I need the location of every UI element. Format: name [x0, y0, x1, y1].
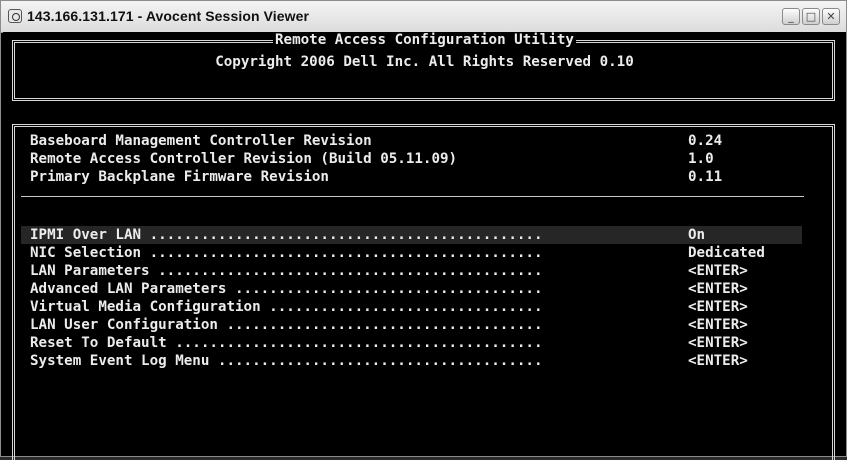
revision-value: 0.24 [688, 133, 723, 149]
menu-value-lan-user-configuration[interactable]: <ENTER> [688, 316, 748, 334]
minimize-icon: _ [788, 10, 794, 23]
minimize-button[interactable]: _ [782, 8, 800, 25]
menu-value-reset-to-default[interactable]: <ENTER> [688, 334, 748, 352]
menu-item-reset-to-default[interactable]: Reset To Default .......................… [30, 334, 543, 352]
menu-value-system-event-log-menu[interactable]: <ENTER> [688, 352, 748, 370]
menu-item-virtual-media-configuration[interactable]: Virtual Media Configuration ............… [30, 298, 543, 316]
menu-value-ipmi-over-lan[interactable]: On [688, 226, 705, 244]
window-title: 143.166.131.171 - Avocent Session Viewer [27, 8, 310, 24]
revision-label: Baseboard Management Controller Revision [30, 133, 372, 149]
header-box [12, 40, 835, 101]
menu-item-lan-user-configuration[interactable]: LAN User Configuration .................… [30, 316, 543, 334]
close-icon: ✕ [826, 10, 836, 23]
menu-item-lan-parameters[interactable]: LAN Parameters .........................… [30, 262, 543, 280]
session-viewer-window: 143.166.131.171 - Avocent Session Viewer… [0, 0, 847, 460]
menu-value-nic-selection[interactable]: Dedicated [688, 244, 765, 262]
utility-title-line: Remote Access Configuration Utility [3, 32, 846, 48]
menu-value-virtual-media-configuration[interactable]: <ENTER> [688, 298, 748, 316]
maximize-icon: □ [805, 10, 817, 23]
revision-label: Remote Access Controller Revision (Build… [30, 151, 458, 167]
close-button[interactable]: ✕ [822, 8, 840, 25]
console-screen[interactable]: Remote Access Configuration Utility Copy… [3, 32, 846, 460]
menu-item-nic-selection[interactable]: NIC Selection ..........................… [30, 244, 543, 262]
revision-value: 1.0 [688, 151, 714, 167]
section-divider [21, 196, 804, 197]
session-viewer-icon[interactable] [8, 9, 22, 23]
maximize-button[interactable]: □ [802, 8, 820, 25]
menu-item-ipmi-over-lan[interactable]: IPMI Over LAN ..........................… [30, 226, 543, 244]
utility-title: Remote Access Configuration Utility [273, 32, 576, 48]
menu-item-system-event-log-menu[interactable]: System Event Log Menu ..................… [30, 352, 543, 370]
revision-value: 0.11 [688, 169, 723, 185]
revision-label: Primary Backplane Firmware Revision [30, 169, 329, 185]
title-bar[interactable]: 143.166.131.171 - Avocent Session Viewer… [1, 1, 846, 33]
menu-value-advanced-lan-parameters[interactable]: <ENTER> [688, 280, 748, 298]
copyright-text: Copyright 2006 Dell Inc. All Rights Rese… [215, 54, 634, 70]
menu-value-lan-parameters[interactable]: <ENTER> [688, 262, 748, 280]
menu-item-advanced-lan-parameters[interactable]: Advanced LAN Parameters ................… [30, 280, 543, 298]
